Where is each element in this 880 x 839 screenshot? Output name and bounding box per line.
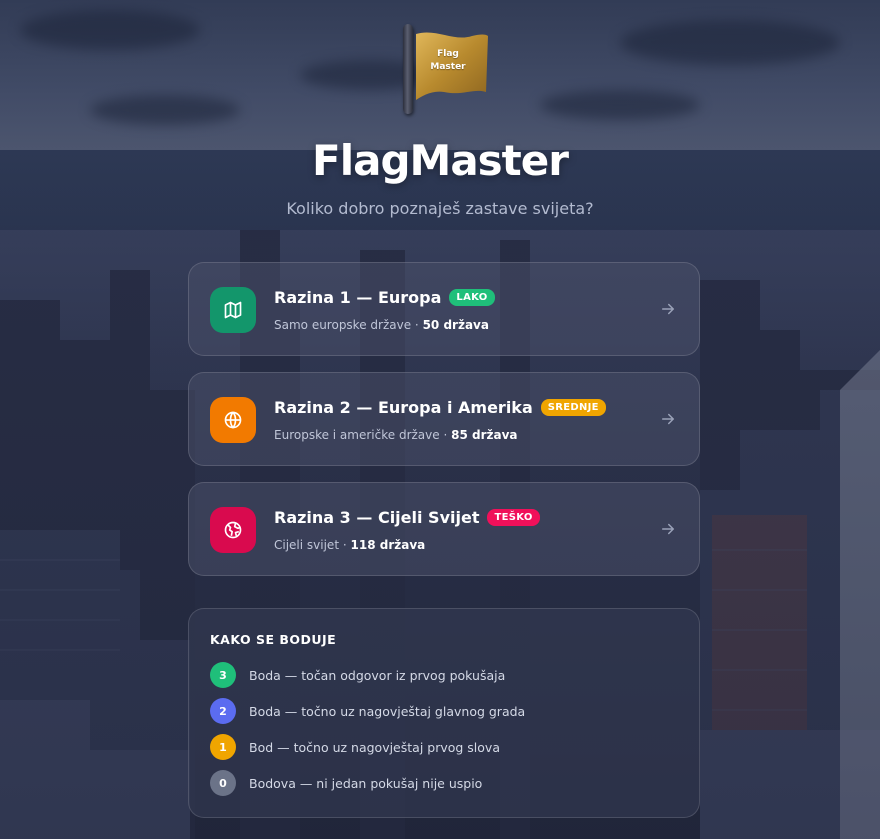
level-2-description-text: Europske i američke države (274, 428, 440, 442)
level-3-title-row: Razina 3 — Cijeli Svijet TEŠKO (274, 508, 540, 527)
level-1-description: Samo europske države · 50 država (274, 318, 489, 332)
level-1-country-count: 50 država (422, 318, 489, 332)
points-badge: 0 (210, 770, 236, 796)
app-subtitle: Koliko dobro poznaješ zastave svijeta? (286, 199, 594, 218)
level-3-title: Razina 3 — Cijeli Svijet (274, 508, 480, 527)
level-3-description-text: Cijeli svijet (274, 538, 340, 552)
difficulty-badge-medium: SREDNJE (540, 399, 606, 416)
arrow-right-icon (662, 523, 674, 535)
scoring-rule: 2 Boda — točno uz nagovještaj glavnog gr… (210, 698, 525, 724)
level-2-description: Europske i američke države · 85 država (274, 428, 518, 442)
level-3-card[interactable]: Razina 3 — Cijeli Svijet TEŠKO Cijeli sv… (188, 482, 700, 576)
globe-icon (210, 397, 256, 443)
scoring-rule-text: Bodova — ni jedan pokušaj nije uspio (249, 775, 483, 791)
scoring-rule: 0 Bodova — ni jedan pokušaj nije uspio (210, 770, 482, 796)
logo-text: Flag Master (422, 48, 474, 74)
level-2-card[interactable]: Razina 2 — Europa i Amerika SREDNJE Euro… (188, 372, 700, 466)
scoring-rule-text: Bod — točno uz nagovještaj prvog slova (249, 739, 500, 755)
scoring-rule-text: Boda — točan odgovor iz prvog pokušaja (249, 667, 506, 683)
scoring-rule-text: Boda — točno uz nagovještaj glavnog grad… (249, 703, 526, 719)
start-screen: Flag Master FlagMaster Koliko dobro pozn… (0, 0, 880, 839)
logo-text-line2: Master (430, 62, 466, 72)
scoring-title: KAKO SE BODUJE (210, 632, 337, 647)
app-title: FlagMaster (312, 136, 569, 185)
level-3-description: Cijeli svijet · 118 država (274, 538, 425, 552)
difficulty-badge-easy: LAKO (449, 289, 495, 306)
level-2-country-count: 85 država (451, 428, 518, 442)
level-2-title: Razina 2 — Europa i Amerika (274, 398, 533, 417)
level-1-title: Razina 1 — Europa (274, 288, 442, 307)
points-badge: 3 (210, 662, 236, 688)
separator: · (414, 318, 419, 332)
flag-pole (403, 24, 413, 114)
scoring-rule: 3 Boda — točan odgovor iz prvog pokušaja (210, 662, 505, 688)
level-1-description-text: Samo europske države (274, 318, 412, 332)
earth-icon (210, 507, 256, 553)
level-1-card[interactable]: Razina 1 — Europa LAKO Samo europske drž… (188, 262, 700, 356)
difficulty-badge-hard: TEŠKO (487, 509, 540, 526)
level-2-title-row: Razina 2 — Europa i Amerika SREDNJE (274, 398, 606, 417)
arrow-right-icon (662, 413, 674, 425)
scoring-panel: KAKO SE BODUJE 3 Boda — točan odgovor iz… (188, 608, 700, 818)
arrow-right-icon (662, 303, 674, 315)
level-1-title-row: Razina 1 — Europa LAKO (274, 288, 495, 307)
scoring-rule: 1 Bod — točno uz nagovještaj prvog slova (210, 734, 500, 760)
level-3-country-count: 118 država (350, 538, 426, 552)
logo-text-line1: Flag (437, 49, 459, 59)
points-badge: 1 (210, 734, 236, 760)
map-icon (210, 287, 256, 333)
separator: · (342, 538, 347, 552)
separator: · (443, 428, 448, 442)
flagmaster-logo: Flag Master (400, 22, 492, 116)
points-badge: 2 (210, 698, 236, 724)
